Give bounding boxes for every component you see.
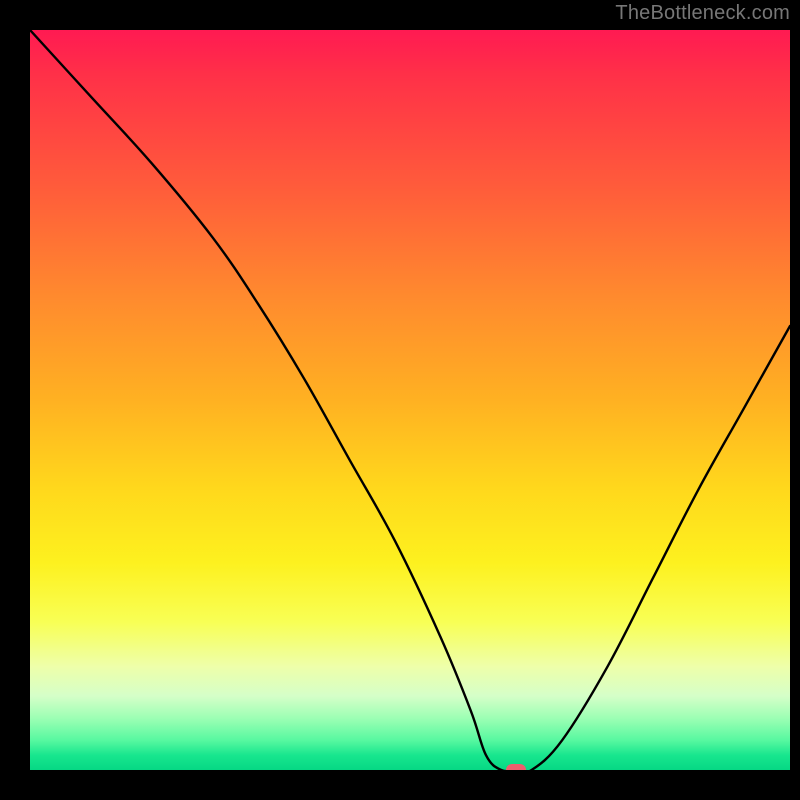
watermark-text: TheBottleneck.com (615, 2, 790, 25)
chart-container: TheBottleneck.com (0, 0, 800, 800)
bottleneck-curve (30, 30, 790, 770)
optimal-marker (506, 764, 526, 770)
plot-area (30, 30, 790, 770)
